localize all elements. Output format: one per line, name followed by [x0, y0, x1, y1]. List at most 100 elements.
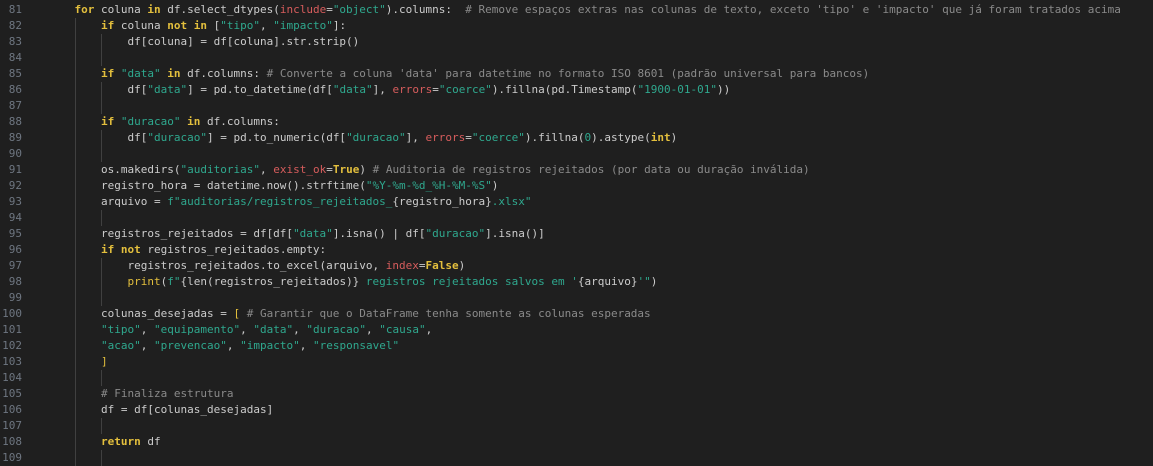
code-token: ].isna() | df[ — [332, 227, 426, 240]
code-token: "%Y-%m-%d_%H-%M-%S" — [365, 179, 492, 192]
code-token: [ — [206, 19, 221, 32]
code-line[interactable]: 99 — [0, 290, 1153, 306]
code-token: ) — [359, 163, 373, 176]
indent-guide — [74, 402, 76, 418]
code-line[interactable]: 92 registro_hora = datetime.now().strftim… — [0, 178, 1153, 194]
indent-guide — [74, 322, 76, 338]
code-line[interactable]: 104 — [0, 370, 1153, 386]
line-number: 96 — [8, 243, 22, 256]
code-line[interactable]: 109 — [0, 450, 1153, 466]
code-token: errors — [425, 131, 466, 144]
code-token: .xlsx" — [491, 195, 532, 208]
code-line[interactable]: 87 — [0, 98, 1153, 114]
code-line[interactable]: 86 df["data"] = pd.to_datetime(df["data"]… — [0, 82, 1153, 98]
code-line[interactable]: 108 return df — [0, 434, 1153, 450]
indent-guide — [101, 146, 102, 162]
code-token: = — [326, 3, 333, 16]
code-line[interactable]: 88 if "duracao" in df.columns: — [0, 114, 1153, 130]
code-token: registros_rejeitados.empty: — [140, 243, 327, 256]
code-line[interactable]: 93 arquivo = f"auditorias/registros_rejei… — [0, 194, 1153, 210]
code-text: "tipo", "equipamento", "data", "duracao"… — [101, 322, 432, 338]
code-text: ] — [101, 354, 108, 370]
line-number: 82 — [8, 19, 22, 32]
code-token: errors — [392, 83, 433, 96]
line-number: 87 — [8, 99, 22, 112]
line-number: 109 — [2, 451, 22, 464]
code-text: if coluna not in ["tipo", "impacto"]: — [101, 18, 346, 34]
code-token: ) — [650, 275, 658, 288]
code-token: # Auditoria de registros rejeitados (por… — [372, 163, 810, 176]
code-line[interactable]: 90 — [0, 146, 1153, 162]
line-number: 106 — [2, 403, 22, 416]
line-number: 107 — [2, 419, 22, 432]
code-token: # Remove espaços extras nas colunas de t… — [465, 3, 1121, 16]
code-token: )) — [717, 83, 731, 96]
code-line[interactable]: 96 if not registros_rejeitados.empty: — [0, 242, 1153, 258]
line-number: 101 — [2, 323, 22, 336]
line-number: 103 — [2, 355, 22, 368]
code-line[interactable]: 83 df[coluna] = df[coluna].str.strip() — [0, 34, 1153, 50]
line-number: 83 — [8, 35, 22, 48]
code-token: in — [187, 115, 201, 128]
indent-guide — [101, 82, 102, 98]
code-token: "data" — [120, 67, 161, 80]
code-token: False — [425, 259, 459, 272]
code-editor[interactable]: 81 for coluna in df.select_dtypes(include… — [0, 0, 1153, 466]
line-number: 99 — [8, 291, 22, 304]
code-token: ], — [405, 131, 426, 144]
code-line[interactable]: 94 — [0, 210, 1153, 226]
code-token: , — [293, 323, 307, 336]
code-token: {len(registros_rejeitados)} — [180, 275, 360, 288]
indent-guide — [101, 274, 102, 290]
code-token: in — [167, 67, 181, 80]
indent-guide — [74, 290, 76, 306]
code-token: f" — [167, 275, 181, 288]
code-token: "duracao" — [346, 131, 406, 144]
code-line[interactable]: 103] — [0, 354, 1153, 370]
indent-guide — [74, 18, 76, 34]
code-token: "data" — [332, 83, 373, 96]
indent-guide — [74, 130, 76, 146]
line-number: 108 — [2, 435, 22, 448]
code-token: "duracao" — [120, 115, 181, 128]
code-token: "data" — [293, 227, 333, 240]
code-line[interactable]: 102 "acao", "prevencao", "impacto", "resp… — [0, 338, 1153, 354]
code-token: = — [418, 259, 426, 272]
code-line[interactable]: 95 registros_rejeitados = df[df["data"].i… — [0, 226, 1153, 242]
line-number: 98 — [8, 275, 22, 288]
code-line[interactable]: 82 if coluna not in ["tipo", "impacto"]: — [0, 18, 1153, 34]
code-line[interactable]: 101 "tipo", "equipamento", "data", "durac… — [0, 322, 1153, 338]
code-token: df[coluna] = df[coluna].str.strip() — [127, 35, 360, 48]
code-token: df[ — [127, 131, 148, 144]
indent-guide — [74, 274, 76, 290]
code-line[interactable]: 105 # Finaliza estrutura — [0, 386, 1153, 402]
line-number: 100 — [2, 307, 22, 320]
code-token: colunas_desejadas = — [101, 307, 234, 320]
indent-guide — [74, 370, 76, 386]
indent-guide — [74, 258, 76, 274]
code-text: print(f"{len(registros_rejeitados)} regi… — [128, 274, 658, 290]
code-token: "impacto" — [273, 19, 333, 32]
code-line[interactable]: 107 — [0, 418, 1153, 434]
code-token: "1900-01-01" — [637, 83, 717, 96]
code-text: df["duracao"] = pd.to_numeric(df["duraca… — [128, 130, 678, 146]
code-line[interactable]: 85 if "data" in df.columns: # Converte a … — [0, 66, 1153, 82]
code-token: ] = pd.to_datetime(df[ — [187, 83, 333, 96]
line-number: 88 — [8, 115, 22, 128]
code-line[interactable]: 98 print(f"{len(registros_rejeitados)} re… — [0, 274, 1153, 290]
code-line[interactable]: 84 — [0, 50, 1153, 66]
code-token: "coerce" — [438, 83, 492, 96]
code-line[interactable]: 89 df["duracao"] = pd.to_numeric(df["dura… — [0, 130, 1153, 146]
indent-guide — [101, 290, 102, 306]
code-token: # Garantir que o DataFrame tenha somente… — [246, 307, 651, 320]
code-line[interactable]: 106 df = df[colunas_desejadas] — [0, 402, 1153, 418]
code-line[interactable]: 100 colunas_desejadas = [ # Garantir que … — [0, 306, 1153, 322]
indent-guide — [74, 434, 76, 450]
code-token: , — [240, 323, 254, 336]
code-line[interactable]: 91 os.makedirs("auditorias", exist_ok=Tru… — [0, 162, 1153, 178]
code-token: = — [465, 131, 472, 144]
code-line[interactable]: 81 for coluna in df.select_dtypes(include… — [0, 2, 1153, 18]
code-token: df.columns: — [180, 67, 267, 80]
code-line[interactable]: 97 registros_rejeitados.to_excel(arquivo,… — [0, 258, 1153, 274]
